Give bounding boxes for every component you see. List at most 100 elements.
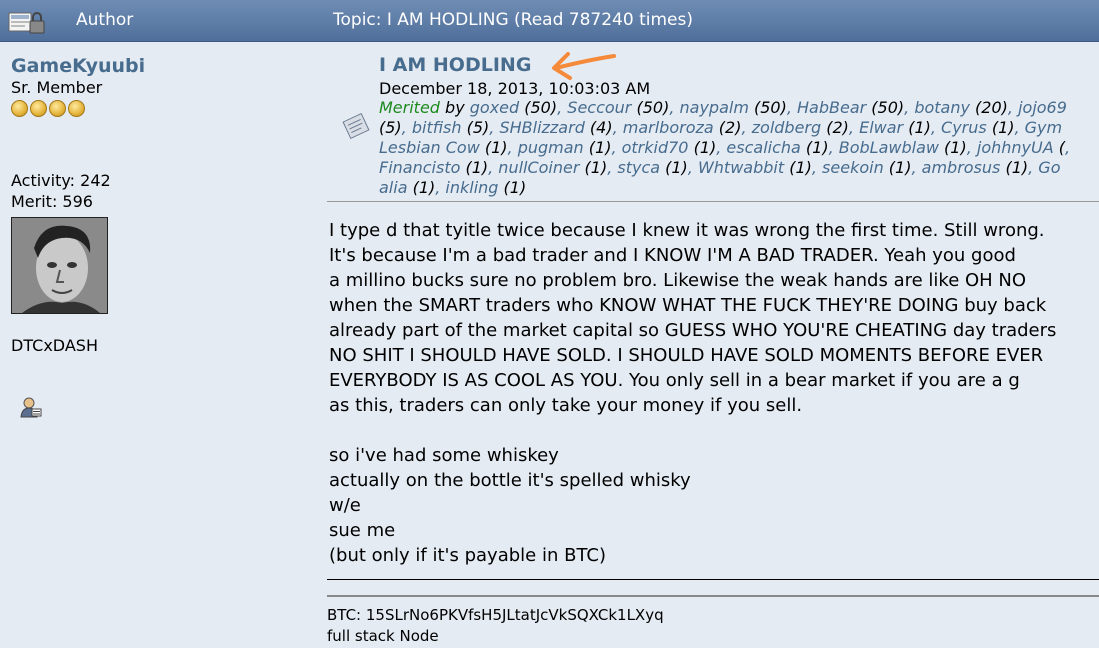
merit-user-link[interactable]: marlboroza [623, 118, 714, 137]
profile-person-icon[interactable] [20, 396, 42, 418]
star-icon [68, 100, 85, 117]
merited-by-label: by [439, 98, 470, 117]
merit-user-link[interactable]: inkling [445, 178, 498, 197]
poster-activity: Activity: 242 [11, 171, 111, 190]
topic-title-header: Topic: I AM HODLING (Read 787240 times) [333, 10, 693, 30]
merit-count: (5) [379, 118, 402, 137]
merit-list: Merited by goxed (50), Seccour (50), nay… [379, 98, 1099, 198]
merit-user-link[interactable]: zoldberg [752, 118, 822, 137]
merit-count: (1) [583, 138, 612, 157]
merit-user-link[interactable]: escalicha [726, 138, 800, 157]
star-icon [30, 100, 47, 117]
merit-user-link[interactable]: otrkid70 [622, 138, 689, 157]
merit-user-link[interactable]: Elwar [859, 118, 903, 137]
merit-user-link[interactable]: BobLawblaw [839, 138, 939, 157]
poster-name-link[interactable]: GameKyuubi [11, 55, 145, 77]
merit-user-link[interactable]: Gym [1025, 118, 1062, 137]
merit-count: (1) [883, 158, 912, 177]
merit-user-link[interactable]: Whtwabbit [698, 158, 784, 177]
merit-count: (1) [784, 158, 812, 177]
post-body-line: w/e [329, 495, 361, 516]
merit-user-link[interactable]: Seccour [567, 98, 631, 117]
merit-count: (50) [866, 98, 905, 117]
merit-count: (50) [748, 98, 787, 117]
merit-count: (1) [1000, 158, 1029, 177]
post-body-line: so i've had some whiskey [329, 445, 559, 466]
merit-user-link[interactable]: Lesbian Cow [379, 138, 480, 157]
merit-count: (2) [713, 118, 742, 137]
merit-user-link[interactable]: Cyrus [941, 118, 987, 137]
post-body-line [329, 418, 1099, 443]
merit-line: Lesbian Cow (1), pugman (1), otrkid70 (1… [379, 138, 1071, 157]
post-body-line: a millino bucks sure no problem bro. Lik… [329, 270, 1027, 291]
merit-count: (4) [584, 118, 613, 137]
merit-user-link[interactable]: botany [914, 98, 970, 117]
topic-locked-icon [8, 12, 45, 34]
merit-count: (1) [688, 138, 717, 157]
post-title-link[interactable]: I AM HODLING [379, 54, 531, 76]
merit-count: (1) [479, 138, 508, 157]
merit-user-link[interactable]: nullCoiner [498, 158, 579, 177]
merit-count: (1) [407, 178, 436, 197]
merit-line: Financisto (1), nullCoiner (1), styca (1… [379, 158, 1061, 177]
post-body-line: I type d that tyitle twice because I kne… [329, 220, 1045, 241]
merit-user-link[interactable]: Financisto [379, 158, 460, 177]
divider [327, 579, 1099, 580]
star-icon [49, 100, 66, 117]
post-body-line: actually on the bottle it's spelled whis… [329, 470, 691, 491]
signature-divider [327, 595, 1099, 597]
merit-user-link[interactable]: seekoin [822, 158, 884, 177]
poster-rank: Sr. Member [11, 78, 103, 97]
poster-personal-text: DTCxDASH [11, 336, 98, 355]
merit-count: (50) [631, 98, 670, 117]
merited-label: Merited [379, 98, 440, 117]
merit-count: (1) [903, 118, 931, 137]
merit-count: (1) [986, 118, 1015, 137]
merit-count: (1) [498, 178, 527, 197]
merit-line: (5), bitfish (5), SHBlizzard (4), marlbo… [379, 118, 1063, 137]
merit-user-link[interactable]: goxed [470, 98, 519, 117]
star-icon [11, 100, 28, 117]
merit-user-link[interactable]: Go [1038, 158, 1060, 177]
post-body-line: already part of the market capital so GU… [329, 320, 1057, 341]
merit-user-link[interactable]: SHBlizzard [499, 118, 584, 137]
arrow-annotation-icon [552, 52, 616, 80]
merit-count: ( [1053, 138, 1065, 157]
divider [327, 201, 1099, 202]
signature-line: BTC: 15SLrNo6PKVfsH5JLtatJcVkSQXCk1LXyq [327, 606, 664, 624]
merit-user-link[interactable]: alia [379, 178, 408, 197]
signature: BTC: 15SLrNo6PKVfsH5JLtatJcVkSQXCk1LXyq f… [327, 605, 664, 647]
post-body-line: (but only if it's payable in BTC) [329, 545, 606, 566]
merit-line: alia (1), inkling (1) [379, 178, 527, 197]
topic-header-bar: Author Topic: I AM HODLING (Read 787240 … [0, 0, 1099, 42]
merit-user-link[interactable]: ambrosus [922, 158, 1001, 177]
poster-merit: Merit: 596 [11, 192, 93, 211]
post-body-line: NO SHIT I SHOULD HAVE SOLD. I SHOULD HAV… [329, 345, 1044, 366]
merit-line: Merited by goxed (50), Seccour (50), nay… [379, 98, 1067, 117]
rank-stars [11, 100, 311, 118]
post-body: I type d that tyitle twice because I kne… [329, 218, 1099, 568]
post-date: December 18, 2013, 10:03:03 AM [379, 79, 651, 98]
merit-user-link[interactable]: HabBear [797, 98, 866, 117]
post-body-line: It's because I'm a bad trader and I KNOW… [329, 245, 1016, 266]
merit-count: (1) [800, 138, 829, 157]
merit-user-link[interactable]: pugman [518, 138, 584, 157]
signature-line: full stack Node [327, 627, 439, 645]
post-body-line: sue me [329, 520, 396, 541]
merit-user-link[interactable]: johhnyUA [977, 138, 1054, 157]
merit-user-link[interactable]: naypalm [680, 98, 749, 117]
post-body-line: when the SMART traders who KNOW WHAT THE… [329, 295, 1047, 316]
merit-user-link[interactable]: styca [617, 158, 660, 177]
merit-count: (20) [969, 98, 1008, 117]
merit-count: (2) [821, 118, 849, 137]
merit-count: (1) [660, 158, 688, 177]
merit-user-link[interactable]: jojo69 [1018, 98, 1067, 117]
avatar [11, 217, 108, 314]
merit-count: (1) [579, 158, 608, 177]
author-column-header: Author [76, 10, 134, 30]
merit-user-link[interactable]: bitfish [412, 118, 462, 137]
merit-count: (5) [461, 118, 490, 137]
poster-info: GameKyuubi Sr. Member Activity: 242 Meri… [11, 54, 311, 212]
merit-count: (1) [938, 138, 967, 157]
merit-count: (1) [460, 158, 489, 177]
